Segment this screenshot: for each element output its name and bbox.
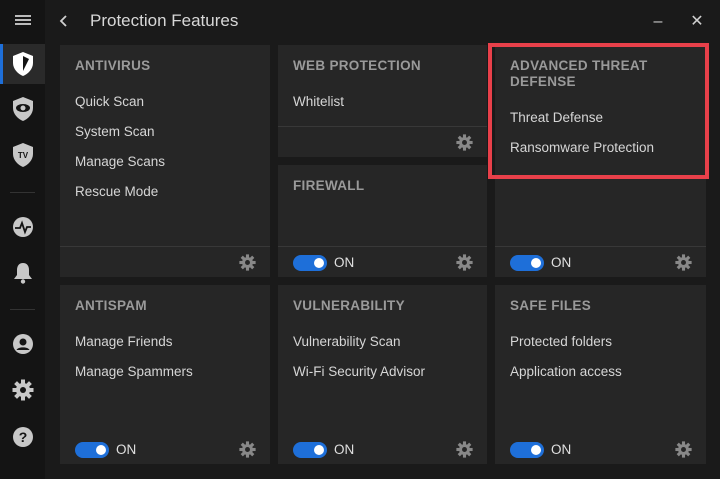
threat-defense-link[interactable]: Threat Defense xyxy=(510,109,654,139)
gear-icon[interactable] xyxy=(239,441,256,458)
panel-footer: ON xyxy=(60,434,270,464)
sidebar-item-protection[interactable] xyxy=(0,44,45,84)
vulnerability-scan-link[interactable]: Vulnerability Scan xyxy=(293,333,425,363)
ransomware-protection-link[interactable]: Ransomware Protection xyxy=(510,139,654,169)
menu-icon xyxy=(14,15,31,25)
vulnerability-toggle[interactable] xyxy=(293,442,327,458)
application-access-link[interactable]: Application access xyxy=(510,363,622,393)
rescue-mode-link[interactable]: Rescue Mode xyxy=(75,183,165,213)
panel-title: SAFE FILES xyxy=(510,298,592,313)
panel-footer: ON xyxy=(495,434,706,464)
bell-icon xyxy=(13,263,32,284)
panel-title: ADVANCED THREAT DEFENSE xyxy=(510,58,648,89)
toggle-state: ON xyxy=(551,442,572,457)
settings-icon xyxy=(12,379,33,401)
menu-button[interactable] xyxy=(0,0,45,40)
gear-icon[interactable] xyxy=(456,254,473,271)
protected-folders-link[interactable]: Protected folders xyxy=(510,333,622,363)
panel-title: FIREWALL xyxy=(293,178,365,193)
firewall-toggle[interactable] xyxy=(293,255,327,271)
page-title: Protection Features xyxy=(90,11,239,30)
system-scan-link[interactable]: System Scan xyxy=(75,123,165,153)
gear-icon[interactable] xyxy=(675,254,692,271)
gear-icon[interactable] xyxy=(239,254,256,271)
sidebar-item-activity[interactable] xyxy=(0,207,45,247)
gear-icon[interactable] xyxy=(675,441,692,458)
panel-antispam: ANTISPAM Manage Friends Manage Spammers … xyxy=(60,285,270,464)
advanced-threat-defense-toggle[interactable] xyxy=(510,255,544,271)
eye-shield-icon xyxy=(12,97,33,121)
sidebar-item-privacy[interactable] xyxy=(0,89,45,129)
panel-title: ANTISPAM xyxy=(75,298,147,313)
help-icon: ? xyxy=(12,427,33,447)
svg-text:?: ? xyxy=(18,429,27,445)
activity-icon xyxy=(12,217,33,237)
toggle-state: ON xyxy=(116,442,137,457)
antispam-toggle[interactable] xyxy=(75,442,109,458)
tv-shield-icon: TV xyxy=(12,143,33,167)
panel-safe-files: SAFE FILES Protected folders Application… xyxy=(495,285,706,464)
panel-title: ANTIVIRUS xyxy=(75,58,151,73)
sidebar-item-settings[interactable] xyxy=(0,370,45,410)
minimize-button[interactable]: – xyxy=(646,10,670,34)
gear-icon[interactable] xyxy=(456,441,473,458)
whitelist-link[interactable]: Whitelist xyxy=(293,93,344,123)
sidebar: TV ? xyxy=(0,0,45,479)
back-button[interactable] xyxy=(55,9,73,33)
panel-antivirus: ANTIVIRUS Quick Scan System Scan Manage … xyxy=(60,45,270,277)
manage-scans-link[interactable]: Manage Scans xyxy=(75,153,165,183)
chevron-left-icon xyxy=(59,15,67,27)
shield-icon xyxy=(12,52,33,76)
panel-footer: ON xyxy=(278,246,487,277)
panel-footer xyxy=(60,246,270,277)
panel-footer: ON xyxy=(278,434,487,464)
manage-friends-link[interactable]: Manage Friends xyxy=(75,333,193,363)
sidebar-item-help[interactable]: ? xyxy=(0,417,45,457)
safe-files-toggle[interactable] xyxy=(510,442,544,458)
title-bar: Protection Features – ✕ xyxy=(45,0,720,42)
sidebar-item-utilities[interactable]: TV xyxy=(0,135,45,175)
toggle-state: ON xyxy=(551,255,572,270)
account-icon xyxy=(12,334,33,354)
sidebar-item-account[interactable] xyxy=(0,324,45,364)
panel-vulnerability: VULNERABILITY Vulnerability Scan Wi-Fi S… xyxy=(278,285,487,464)
manage-spammers-link[interactable]: Manage Spammers xyxy=(75,363,193,393)
sidebar-item-notifications[interactable] xyxy=(0,253,45,293)
svg-text:TV: TV xyxy=(17,151,28,160)
panel-title: WEB PROTECTION xyxy=(293,58,421,73)
panel-footer xyxy=(278,126,487,157)
wifi-security-advisor-link[interactable]: Wi-Fi Security Advisor xyxy=(293,363,425,393)
panel-advanced-threat-defense: ADVANCED THREAT DEFENSE Threat Defense R… xyxy=(495,45,706,277)
panel-title: VULNERABILITY xyxy=(293,298,405,313)
gear-icon[interactable] xyxy=(456,134,473,151)
panel-web-protection: WEB PROTECTION Whitelist xyxy=(278,45,487,157)
toggle-state: ON xyxy=(334,442,355,457)
toggle-state: ON xyxy=(334,255,355,270)
panel-footer: ON xyxy=(495,246,706,277)
close-button[interactable]: ✕ xyxy=(685,10,709,34)
panel-firewall: FIREWALL ON xyxy=(278,165,487,277)
quick-scan-link[interactable]: Quick Scan xyxy=(75,93,165,123)
